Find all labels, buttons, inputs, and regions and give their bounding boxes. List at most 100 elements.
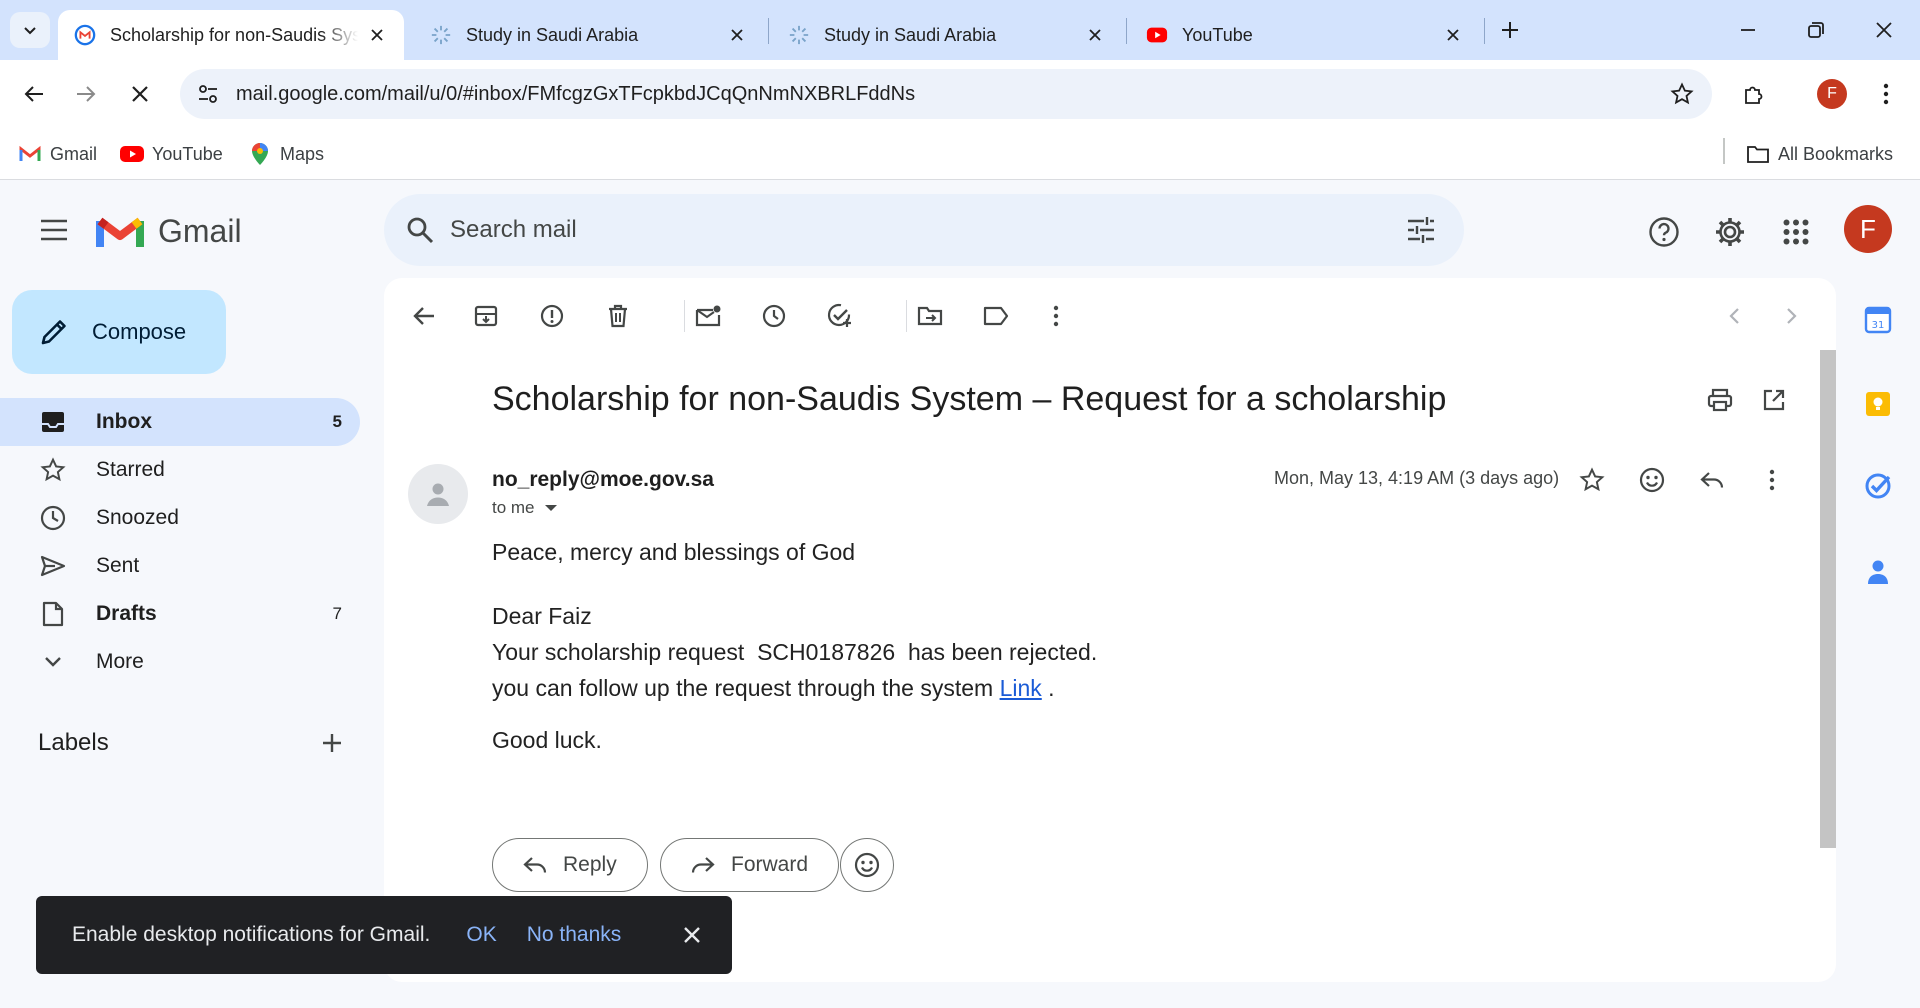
- sidebar-item-inbox[interactable]: Inbox 5: [0, 398, 360, 446]
- add-reaction-button[interactable]: [1630, 458, 1674, 502]
- mark-unread-button[interactable]: [688, 296, 728, 336]
- main-menu-button[interactable]: [32, 208, 76, 252]
- gmail-wordmark: Gmail: [158, 212, 242, 249]
- star-message-button[interactable]: [1570, 458, 1614, 502]
- sender-email[interactable]: no_reply@moe.gov.sa: [492, 468, 714, 492]
- gmail-logo[interactable]: Gmail: [96, 210, 242, 252]
- tab-strip: Scholarship for non-Saudis System – Requ…: [0, 0, 1920, 60]
- youtube-icon: [1146, 27, 1168, 43]
- browser-menu-button[interactable]: [1866, 74, 1906, 114]
- open-in-new-icon: [1763, 389, 1785, 411]
- labels-button[interactable]: [976, 296, 1016, 336]
- trash-icon: [609, 304, 627, 328]
- new-tab-button[interactable]: [1492, 12, 1528, 48]
- emoji-reaction-button[interactable]: [840, 838, 894, 892]
- extensions-button[interactable]: [1734, 74, 1774, 114]
- bookmark-gmail[interactable]: Gmail: [18, 140, 97, 168]
- more-vertical-icon: [1883, 83, 1889, 105]
- close-icon[interactable]: [366, 24, 388, 46]
- bookmark-youtube[interactable]: YouTube: [120, 140, 223, 168]
- reply-icon: [521, 851, 549, 879]
- tab-search-button[interactable]: [10, 12, 50, 48]
- message-scrollbar[interactable]: [1820, 350, 1836, 848]
- search-options-icon[interactable]: [1404, 214, 1438, 246]
- address-bar[interactable]: mail.google.com/mail/u/0/#inbox/FMfcgzGx…: [180, 69, 1712, 119]
- tab-gmail-message[interactable]: Scholarship for non-Saudis System – Requ…: [58, 10, 404, 60]
- system-link[interactable]: Link: [1000, 675, 1042, 701]
- tab-study-in-saudi-1[interactable]: Study in Saudi Arabia: [414, 10, 764, 60]
- gmail-icon: [18, 142, 42, 166]
- sidebar-item-snoozed[interactable]: Snoozed: [0, 494, 360, 542]
- back-button[interactable]: [14, 74, 54, 114]
- calendar-icon[interactable]: 31: [1862, 304, 1894, 336]
- sidebar-item-starred[interactable]: Starred: [0, 446, 360, 494]
- sidebar-item-label: Starred: [96, 458, 165, 481]
- close-icon: [132, 86, 148, 102]
- tasks-icon[interactable]: [1862, 470, 1894, 502]
- search-input[interactable]: [450, 206, 1350, 254]
- sender-avatar: [408, 464, 468, 524]
- draft-document-icon: [38, 599, 68, 629]
- sidebar-item-more[interactable]: More: [0, 638, 360, 686]
- compose-button[interactable]: Compose: [12, 290, 226, 374]
- close-icon[interactable]: [678, 921, 706, 949]
- archive-button[interactable]: [466, 296, 506, 336]
- newer-message-button[interactable]: [1714, 296, 1754, 336]
- labels-section-header: Labels: [38, 726, 348, 760]
- all-bookmarks-button[interactable]: All Bookmarks: [1746, 140, 1893, 168]
- older-message-button[interactable]: [1772, 296, 1812, 336]
- search-icon[interactable]: [404, 214, 436, 246]
- profile-button[interactable]: F: [1812, 74, 1852, 114]
- print-all-button[interactable]: [1700, 380, 1740, 420]
- sidebar-item-drafts[interactable]: Drafts 7: [0, 590, 360, 638]
- email-subject: Scholarship for non-Saudis System – Requ…: [492, 380, 1447, 418]
- bookmark-maps[interactable]: Maps: [248, 140, 324, 168]
- menu-icon: [41, 219, 67, 241]
- toolbar-divider: [906, 300, 907, 332]
- archive-icon: [474, 305, 498, 327]
- move-to-button[interactable]: [910, 296, 950, 336]
- open-in-new-window-button[interactable]: [1754, 380, 1794, 420]
- gmail-m-icon: [96, 217, 144, 247]
- tab-study-in-saudi-2[interactable]: Study in Saudi Arabia: [772, 10, 1122, 60]
- restore-icon: [1808, 22, 1824, 38]
- delete-button[interactable]: [598, 296, 638, 336]
- keep-icon[interactable]: [1862, 388, 1894, 420]
- create-label-button[interactable]: [316, 727, 348, 759]
- message-more-button[interactable]: [1750, 458, 1794, 502]
- restore-button[interactable]: [1794, 12, 1838, 48]
- stop-loading-button[interactable]: [120, 74, 160, 114]
- no-thanks-button[interactable]: No thanks: [527, 923, 622, 947]
- close-icon[interactable]: [726, 24, 748, 46]
- sidebar-item-sent[interactable]: Sent: [0, 542, 360, 590]
- account-avatar[interactable]: F: [1844, 205, 1892, 253]
- minimize-button[interactable]: [1726, 12, 1770, 48]
- settings-button[interactable]: [1708, 210, 1752, 254]
- close-icon[interactable]: [1084, 24, 1106, 46]
- enable-notifications-ok-button[interactable]: OK: [466, 923, 496, 947]
- google-apps-button[interactable]: [1774, 210, 1818, 254]
- report-spam-button[interactable]: [532, 296, 572, 336]
- site-settings-icon[interactable]: [194, 80, 222, 108]
- reply-button[interactable]: Reply: [492, 838, 648, 892]
- contacts-icon[interactable]: [1862, 556, 1894, 588]
- support-button[interactable]: [1642, 210, 1686, 254]
- back-to-inbox-button[interactable]: [404, 296, 444, 336]
- forward-button[interactable]: [66, 74, 106, 114]
- body-salutation: Dear Faiz: [492, 603, 592, 629]
- reply-button[interactable]: [1690, 458, 1734, 502]
- body-closing: Good luck.: [492, 727, 602, 753]
- close-window-button[interactable]: [1862, 12, 1906, 48]
- forward-button[interactable]: Forward: [660, 838, 840, 892]
- reply-icon: [1700, 472, 1724, 488]
- tab-separator: [1484, 18, 1485, 44]
- add-to-tasks-button[interactable]: [820, 296, 860, 336]
- bookmark-star-icon[interactable]: [1666, 78, 1698, 110]
- more-options-button[interactable]: [1036, 296, 1076, 336]
- close-icon[interactable]: [1442, 24, 1464, 46]
- tab-youtube[interactable]: YouTube: [1130, 10, 1480, 60]
- snooze-button[interactable]: [754, 296, 794, 336]
- emoji-icon: [1639, 467, 1665, 493]
- recipient-details[interactable]: to me: [492, 498, 559, 518]
- url-text[interactable]: mail.google.com/mail/u/0/#inbox/FMfcgzGx…: [236, 69, 915, 119]
